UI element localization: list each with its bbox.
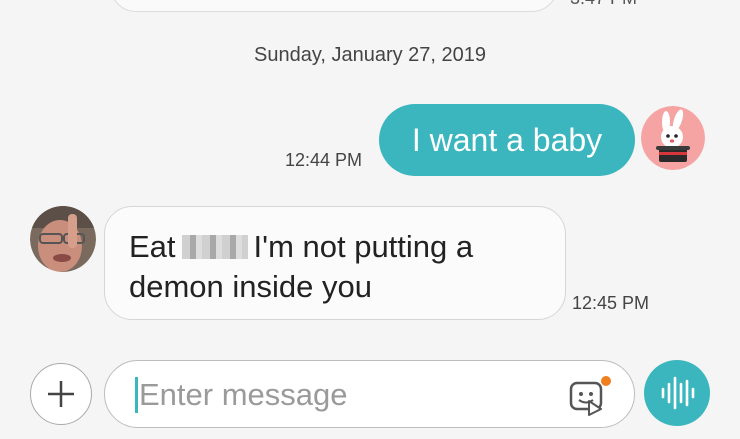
own-avatar[interactable]	[641, 106, 705, 170]
plus-icon	[48, 381, 74, 407]
incoming-message-bubble[interactable]: Eat I'm not putting a demon inside you	[104, 206, 566, 320]
incoming-message-text-start: Eat	[129, 229, 176, 264]
previous-message-bubble[interactable]	[110, 0, 558, 12]
notification-dot	[601, 376, 611, 386]
add-attachment-button[interactable]	[30, 363, 92, 425]
outgoing-message-text: I want a baby	[411, 121, 603, 158]
contact-photo	[30, 206, 96, 272]
message-input[interactable]: Enter message	[104, 360, 635, 428]
sticker-icon[interactable]	[567, 373, 613, 419]
message-placeholder: Enter message	[139, 377, 348, 412]
previous-message-time: 3:47 PM	[570, 0, 637, 9]
contact-avatar[interactable]	[30, 206, 96, 272]
bunny-magician-icon	[641, 106, 705, 170]
voice-wave-icon	[661, 376, 695, 410]
voice-record-button[interactable]	[644, 360, 710, 426]
outgoing-message-bubble[interactable]: I want a baby	[379, 104, 635, 176]
outgoing-message-time: 12:44 PM	[285, 150, 363, 170]
date-divider: Sunday, January 27, 2019	[253, 44, 487, 66]
text-cursor	[135, 377, 138, 413]
incoming-message-time: 12:45 PM	[572, 293, 650, 313]
censored-word	[181, 235, 248, 259]
